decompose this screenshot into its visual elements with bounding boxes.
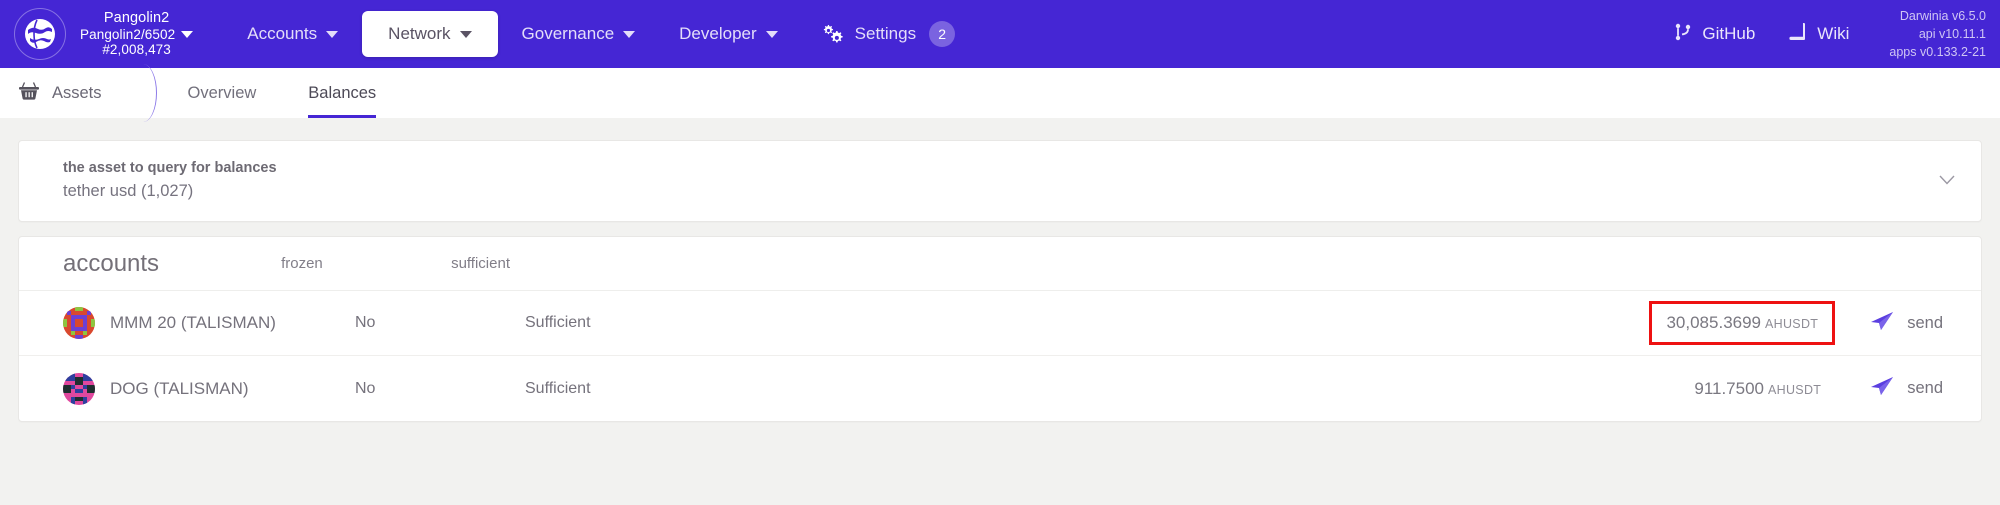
version-apps: apps v0.133.2-21: [1889, 45, 1986, 60]
tab-overview[interactable]: Overview: [162, 68, 283, 118]
tabs: Overview Balances: [162, 68, 403, 118]
version-api: api v10.11.1: [1918, 26, 1986, 41]
nav-label-network: Network: [388, 24, 451, 43]
git-branch-icon: [1674, 22, 1692, 47]
tab-balances[interactable]: Balances: [282, 68, 402, 118]
section-tab-bar: Assets Overview Balances: [0, 64, 2000, 122]
chain-block-number: #2,008,473: [102, 42, 171, 58]
nav-label-settings: Settings: [854, 24, 917, 43]
tab-overview-label: Overview: [187, 83, 257, 102]
nav-label-developer: Developer: [679, 24, 757, 43]
account-cell[interactable]: DOG (TALISMAN): [63, 372, 315, 405]
paper-plane-icon: [1869, 309, 1895, 338]
balance-cell: 30,085.3699 AHUSDT: [1649, 301, 1836, 345]
chain-endpoint: Pangolin2/6502: [80, 26, 176, 42]
balance-value: 911.7500: [1694, 378, 1765, 398]
account-cell[interactable]: MMM 20 (TALISMAN): [63, 307, 315, 339]
paper-plane-icon: [1869, 374, 1895, 403]
top-navigation-bar: Pangolin2 Pangolin2/6502 #2,008,473 Acco…: [0, 0, 2000, 68]
settings-badge: 2: [929, 21, 956, 47]
globe-icon: [14, 8, 66, 60]
nav-item-network[interactable]: Network: [362, 11, 498, 57]
send-label: send: [1907, 379, 1943, 397]
column-header-sufficient: sufficient: [451, 255, 510, 272]
column-header-frozen: frozen: [281, 255, 323, 272]
send-button[interactable]: send: [1869, 309, 1943, 338]
github-label: GitHub: [1702, 24, 1756, 43]
frozen-value: No: [355, 314, 376, 331]
balance-unit: AHUSDT: [1768, 382, 1822, 397]
account-name: DOG (TALISMAN): [110, 378, 249, 398]
table-row: MMM 20 (TALISMAN) No Sufficient 30,085.3…: [19, 291, 1981, 356]
chain-selector[interactable]: Pangolin2 Pangolin2/6502 #2,008,473: [14, 8, 194, 60]
identicon-avatar: [63, 307, 95, 339]
basket-icon: [18, 81, 40, 106]
chevron-down-icon[interactable]: [1939, 172, 1955, 190]
version-info: Darwinia v6.5.0 api v10.11.1 apps v0.133…: [1889, 7, 2000, 61]
column-header-accounts: accounts: [63, 249, 160, 277]
chevron-down-icon: [459, 30, 472, 38]
breadcrumb-divider: [128, 64, 162, 122]
send-label: send: [1907, 313, 1943, 332]
wiki-link[interactable]: Wiki: [1789, 22, 1849, 47]
asset-selector[interactable]: the asset to query for balances tether u…: [18, 140, 1982, 222]
sufficient-value: Sufficient: [525, 379, 591, 397]
table-row: DOG (TALISMAN) No Sufficient 911.7500 AHU…: [19, 356, 1981, 421]
nav-item-developer[interactable]: Developer: [659, 14, 798, 54]
chevron-down-icon: [765, 30, 778, 38]
wiki-label: Wiki: [1817, 24, 1850, 43]
account-name: MMM 20 (TALISMAN): [110, 313, 276, 332]
nav-item-accounts[interactable]: Accounts: [227, 14, 358, 54]
nav-label-governance: Governance: [521, 24, 615, 43]
main-nav: Accounts Network Governance Developer Se…: [227, 11, 975, 57]
table-header-row: accounts frozen sufficient: [19, 237, 1981, 291]
chain-name: Pangolin2: [103, 10, 170, 27]
balances-table: accounts frozen sufficient MMM 20 (TALIS…: [18, 236, 1982, 422]
book-icon: [1789, 22, 1807, 47]
chevron-down-icon[interactable]: [181, 31, 194, 39]
assets-label: Assets: [52, 83, 102, 102]
section-label-assets: Assets: [0, 68, 128, 118]
asset-selector-value: tether usd (1,027): [63, 181, 194, 200]
nav-item-settings[interactable]: Settings 2: [802, 11, 975, 57]
nav-item-governance[interactable]: Governance: [502, 14, 656, 54]
version-darwinia: Darwinia v6.5.0: [1899, 8, 1986, 23]
frozen-value: No: [355, 379, 376, 397]
main-content: the asset to query for balances tether u…: [0, 118, 2000, 422]
balance-amount: 911.7500 AHUSDT: [1680, 370, 1835, 408]
external-links: GitHub Wiki: [1674, 22, 1849, 47]
balance-amount: 30,085.3699 AHUSDT: [1649, 301, 1836, 345]
github-link[interactable]: GitHub: [1674, 22, 1755, 47]
balance-unit: AHUSDT: [1765, 317, 1819, 331]
balance-value: 30,085.3699: [1666, 313, 1762, 332]
identicon-avatar: [63, 372, 95, 405]
tab-balances-label: Balances: [308, 83, 377, 102]
gear-icon: [822, 24, 844, 44]
chevron-down-icon: [623, 30, 636, 38]
sufficient-value: Sufficient: [525, 314, 591, 331]
chevron-down-icon: [326, 30, 339, 38]
balance-cell: 911.7500 AHUSDT: [1680, 370, 1835, 408]
send-button[interactable]: send: [1869, 374, 1943, 403]
nav-label-accounts: Accounts: [247, 24, 318, 43]
asset-selector-label: the asset to query for balances: [63, 160, 277, 177]
